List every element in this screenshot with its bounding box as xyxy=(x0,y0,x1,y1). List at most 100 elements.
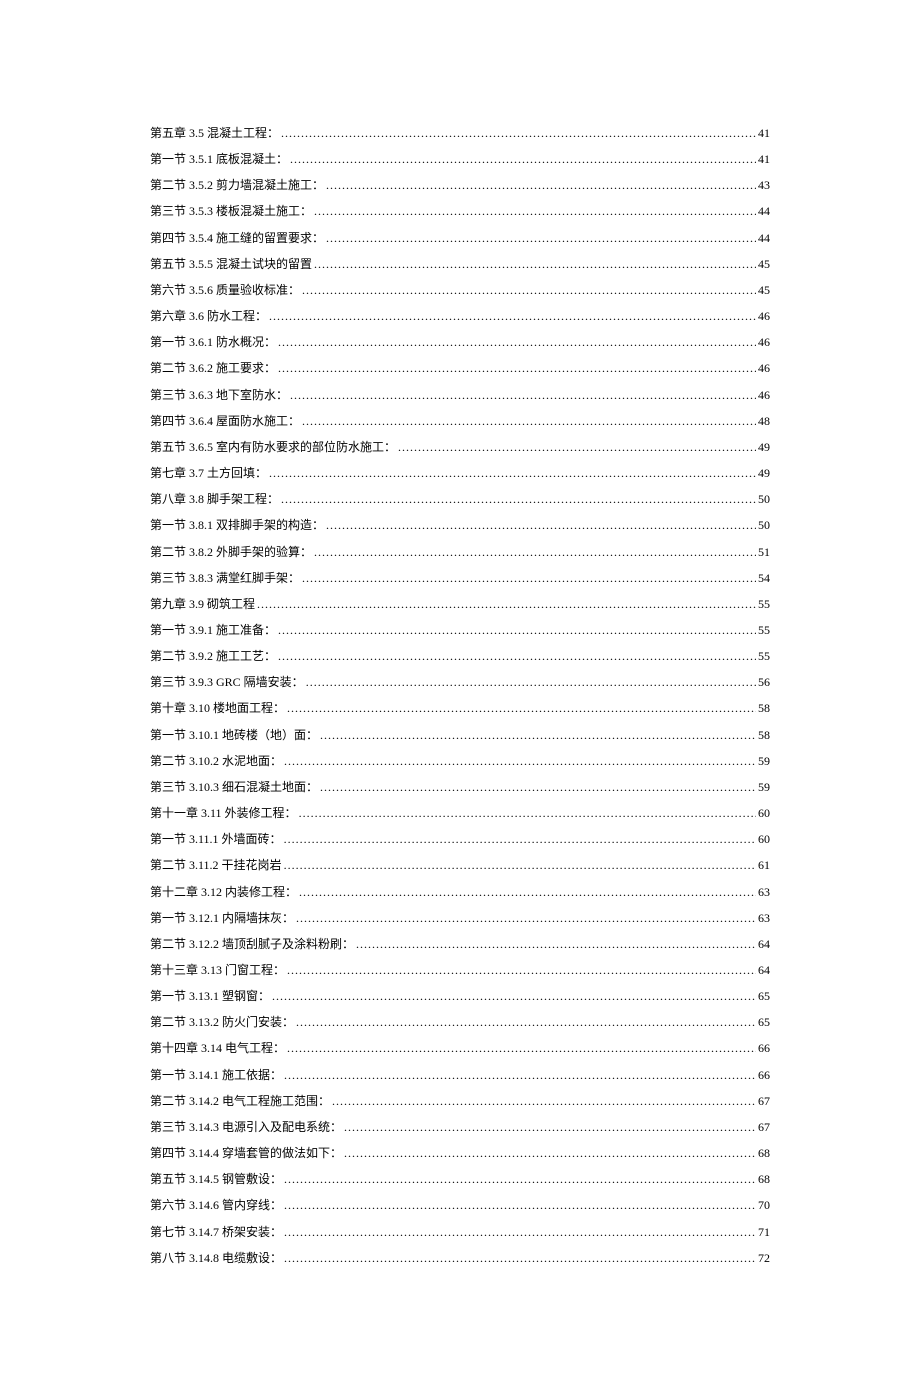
toc-title: 第一节 3.5.1 底板混凝土： xyxy=(150,146,288,172)
toc-entry: 第九章 3.9 砌筑工程55 xyxy=(150,591,770,617)
toc-page-number: 65 xyxy=(758,1009,770,1035)
toc-leader-dots xyxy=(284,1245,756,1271)
toc-title: 第二节 3.14.2 电气工程施工范围： xyxy=(150,1088,330,1114)
toc-entry: 第一节 3.13.1 塑钢窗：65 xyxy=(150,983,770,1009)
toc-leader-dots xyxy=(398,434,756,460)
toc-entry: 第四节 3.14.4 穿墙套管的做法如下：68 xyxy=(150,1140,770,1166)
toc-title: 第三节 3.8.3 满堂红脚手架： xyxy=(150,565,300,591)
toc-entry: 第七节 3.14.7 桥架安装：71 xyxy=(150,1219,770,1245)
toc-entry: 第二节 3.14.2 电气工程施工范围：67 xyxy=(150,1088,770,1114)
toc-title: 第十二章 3.12 内装修工程： xyxy=(150,879,297,905)
toc-leader-dots xyxy=(344,1140,756,1166)
toc-page-number: 61 xyxy=(758,852,770,878)
toc-entry: 第二节 3.9.2 施工工艺：55 xyxy=(150,643,770,669)
toc-entry: 第二节 3.12.2 墙顶刮腻子及涂料粉刷： 64 xyxy=(150,931,770,957)
toc-leader-dots xyxy=(278,329,756,355)
toc-page-number: 51 xyxy=(758,539,770,565)
toc-page-number: 58 xyxy=(758,695,770,721)
toc-page-number: 44 xyxy=(758,225,770,251)
toc-title: 第十四章 3.14 电气工程： xyxy=(150,1035,285,1061)
toc-page-number: 64 xyxy=(758,931,770,957)
toc-page-number: 63 xyxy=(758,905,770,931)
toc-page-number: 59 xyxy=(758,748,770,774)
toc-leader-dots xyxy=(287,695,756,721)
toc-title: 第五章 3.5 混凝土工程： xyxy=(150,120,279,146)
toc-entry: 第三节 3.14.3 电源引入及配电系统：67 xyxy=(150,1114,770,1140)
toc-title: 第五节 3.14.5 钢管敷设： xyxy=(150,1166,282,1192)
toc-leader-dots xyxy=(269,303,756,329)
toc-entry: 第八章 3.8 脚手架工程：50 xyxy=(150,486,770,512)
toc-leader-dots xyxy=(326,512,756,538)
toc-entry: 第一节 3.8.1 双排脚手架的构造：50 xyxy=(150,512,770,538)
toc-title: 第四节 3.14.4 穿墙套管的做法如下： xyxy=(150,1140,342,1166)
toc-entry: 第二节 3.6.2 施工要求：46 xyxy=(150,355,770,381)
toc-leader-dots xyxy=(314,251,756,277)
toc-title: 第七章 3.7 土方回填： xyxy=(150,460,267,486)
toc-title: 第一节 3.13.1 塑钢窗： xyxy=(150,983,270,1009)
toc-page-number: 50 xyxy=(758,512,770,538)
toc-leader-dots xyxy=(284,826,756,852)
toc-title: 第二节 3.10.2 水泥地面： xyxy=(150,748,282,774)
toc-page-number: 72 xyxy=(758,1245,770,1271)
toc-page-number: 55 xyxy=(758,591,770,617)
toc-page-number: 49 xyxy=(758,460,770,486)
toc-entry: 第一节 3.14.1 施工依据：66 xyxy=(150,1062,770,1088)
toc-title: 第三节 3.10.3 细石混凝土地面： xyxy=(150,774,318,800)
toc-title: 第二节 3.9.2 施工工艺： xyxy=(150,643,276,669)
toc-title: 第十三章 3.13 门窗工程： xyxy=(150,957,285,983)
toc-page-number: 56 xyxy=(758,669,770,695)
toc-page-number: 63 xyxy=(758,879,770,905)
toc-title: 第四节 3.6.4 屋面防水施工： xyxy=(150,408,300,434)
toc-entry: 第五节 3.5.5 混凝土试块的留置45 xyxy=(150,251,770,277)
toc-page-number: 60 xyxy=(758,826,770,852)
toc-leader-dots xyxy=(281,120,756,146)
toc-entry: 第一节 3.12.1 内隔墙抹灰： 63 xyxy=(150,905,770,931)
toc-page-number: 66 xyxy=(758,1035,770,1061)
toc-leader-dots xyxy=(356,931,756,957)
toc-page-number: 41 xyxy=(758,146,770,172)
toc-entry: 第二节 3.10.2 水泥地面： 59 xyxy=(150,748,770,774)
toc-leader-dots xyxy=(278,643,756,669)
toc-leader-dots xyxy=(326,225,756,251)
toc-title: 第十一章 3.11 外装修工程： xyxy=(150,800,297,826)
toc-page-number: 46 xyxy=(758,329,770,355)
toc-page-number: 49 xyxy=(758,434,770,460)
toc-entry: 第五节 3.14.5 钢管敷设：68 xyxy=(150,1166,770,1192)
toc-entry: 第六章 3.6 防水工程：46 xyxy=(150,303,770,329)
toc-leader-dots xyxy=(299,879,756,905)
toc-entry: 第六节 3.5.6 质量验收标准：45 xyxy=(150,277,770,303)
toc-entry: 第五节 3.6.5 室内有防水要求的部位防水施工：49 xyxy=(150,434,770,460)
toc-leader-dots xyxy=(306,669,756,695)
toc-entry: 第六节 3.14.6 管内穿线：70 xyxy=(150,1192,770,1218)
toc-leader-dots xyxy=(287,1035,756,1061)
toc-leader-dots xyxy=(284,1192,756,1218)
toc-page-number: 54 xyxy=(758,565,770,591)
toc-leader-dots xyxy=(320,774,756,800)
toc-title: 第三节 3.14.3 电源引入及配电系统： xyxy=(150,1114,342,1140)
toc-page-number: 43 xyxy=(758,172,770,198)
toc-leader-dots xyxy=(278,617,756,643)
toc-page-number: 58 xyxy=(758,722,770,748)
toc-leader-dots xyxy=(290,382,756,408)
toc-title: 第六节 3.14.6 管内穿线： xyxy=(150,1192,282,1218)
toc-title: 第五节 3.5.5 混凝土试块的留置 xyxy=(150,251,312,277)
toc-title: 第四节 3.5.4 施工缝的留置要求： xyxy=(150,225,324,251)
toc-title: 第二节 3.12.2 墙顶刮腻子及涂料粉刷： xyxy=(150,931,354,957)
toc-entry: 第四节 3.5.4 施工缝的留置要求： 44 xyxy=(150,225,770,251)
toc-entry: 第一节 3.10.1 地砖楼（地）面：58 xyxy=(150,722,770,748)
toc-page-number: 46 xyxy=(758,382,770,408)
toc-title: 第一节 3.12.1 内隔墙抹灰： xyxy=(150,905,294,931)
toc-leader-dots xyxy=(287,957,756,983)
toc-title: 第三节 3.6.3 地下室防水： xyxy=(150,382,288,408)
toc-entry: 第一节 3.5.1 底板混凝土： 41 xyxy=(150,146,770,172)
toc-page-number: 60 xyxy=(758,800,770,826)
toc-leader-dots xyxy=(284,1062,756,1088)
toc-page-number: 66 xyxy=(758,1062,770,1088)
toc-title: 第三节 3.9.3 GRC 隔墙安装： xyxy=(150,669,304,695)
toc-leader-dots xyxy=(314,539,756,565)
toc-title: 第二节 3.6.2 施工要求： xyxy=(150,355,276,381)
toc-leader-dots xyxy=(320,722,756,748)
toc-leader-dots xyxy=(314,198,756,224)
toc-title: 第二节 3.5.2 剪力墙混凝土施工： xyxy=(150,172,324,198)
toc-title: 第八节 3.14.8 电缆敷设： xyxy=(150,1245,282,1271)
